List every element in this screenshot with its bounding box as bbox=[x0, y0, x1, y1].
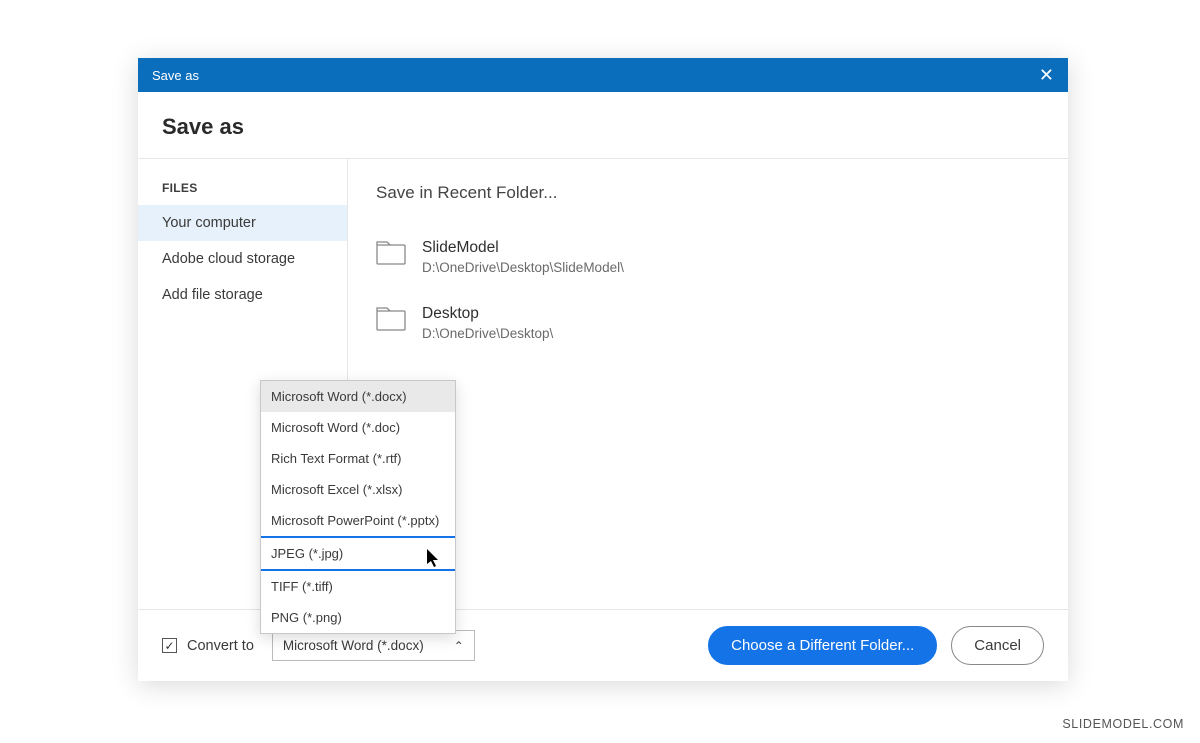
sidebar-item-adobe-cloud[interactable]: Adobe cloud storage bbox=[138, 241, 347, 277]
titlebar: Save as ✕ bbox=[138, 58, 1068, 92]
format-dropdown: Microsoft Word (*.docx) Microsoft Word (… bbox=[260, 380, 456, 634]
format-select[interactable]: Microsoft Word (*.docx) ⌃ bbox=[272, 630, 475, 661]
folder-path: D:\OneDrive\Desktop\SlideModel\ bbox=[422, 260, 624, 275]
watermark: SLIDEMODEL.COM bbox=[1062, 717, 1184, 731]
dropdown-item-tiff[interactable]: TIFF (*.tiff) bbox=[261, 571, 455, 602]
convert-checkbox[interactable]: ✓ bbox=[162, 638, 177, 653]
choose-folder-label: Choose a Different Folder... bbox=[731, 637, 914, 654]
folder-name: SlideModel bbox=[422, 239, 624, 257]
dropdown-item-jpg[interactable]: JPEG (*.jpg) bbox=[261, 536, 455, 571]
convert-to-group: ✓ Convert to Microsoft Word (*.docx) ⌃ bbox=[162, 630, 475, 661]
folder-text: SlideModel D:\OneDrive\Desktop\SlideMode… bbox=[422, 239, 624, 275]
page-title: Save as bbox=[162, 114, 244, 139]
folder-path: D:\OneDrive\Desktop\ bbox=[422, 326, 553, 341]
folder-name: Desktop bbox=[422, 305, 553, 323]
folder-icon bbox=[376, 307, 406, 331]
sidebar-item-add-storage[interactable]: Add file storage bbox=[138, 277, 347, 313]
sidebar-item-label: Adobe cloud storage bbox=[162, 251, 295, 267]
dropdown-item-rtf[interactable]: Rich Text Format (*.rtf) bbox=[261, 443, 455, 474]
folder-row[interactable]: Desktop D:\OneDrive\Desktop\ bbox=[376, 305, 1040, 341]
dialog-header: Save as bbox=[138, 92, 1068, 159]
sidebar-item-your-computer[interactable]: Your computer bbox=[138, 205, 347, 241]
folder-text: Desktop D:\OneDrive\Desktop\ bbox=[422, 305, 553, 341]
cancel-button[interactable]: Cancel bbox=[951, 626, 1044, 665]
dropdown-item-docx[interactable]: Microsoft Word (*.docx) bbox=[261, 381, 455, 412]
sidebar-item-label: Your computer bbox=[162, 215, 256, 231]
folder-row[interactable]: SlideModel D:\OneDrive\Desktop\SlideMode… bbox=[376, 239, 1040, 275]
recent-folder-title: Save in Recent Folder... bbox=[376, 183, 1040, 203]
cancel-label: Cancel bbox=[974, 637, 1021, 654]
dropdown-item-xlsx[interactable]: Microsoft Excel (*.xlsx) bbox=[261, 474, 455, 505]
close-icon[interactable]: ✕ bbox=[1039, 65, 1054, 86]
chevron-up-icon: ⌃ bbox=[454, 639, 464, 653]
footer-buttons: Choose a Different Folder... Cancel bbox=[708, 626, 1044, 665]
folder-icon bbox=[376, 241, 406, 265]
titlebar-title: Save as bbox=[152, 68, 199, 83]
convert-label: Convert to bbox=[187, 638, 254, 654]
choose-folder-button[interactable]: Choose a Different Folder... bbox=[708, 626, 937, 665]
dropdown-item-pptx[interactable]: Microsoft PowerPoint (*.pptx) bbox=[261, 505, 455, 536]
dropdown-item-doc[interactable]: Microsoft Word (*.doc) bbox=[261, 412, 455, 443]
format-selected-value: Microsoft Word (*.docx) bbox=[283, 638, 424, 653]
sidebar-item-label: Add file storage bbox=[162, 287, 263, 303]
dropdown-item-png[interactable]: PNG (*.png) bbox=[261, 602, 455, 633]
sidebar-heading: FILES bbox=[138, 181, 347, 205]
main-panel: Save in Recent Folder... SlideModel D:\O… bbox=[348, 159, 1068, 609]
